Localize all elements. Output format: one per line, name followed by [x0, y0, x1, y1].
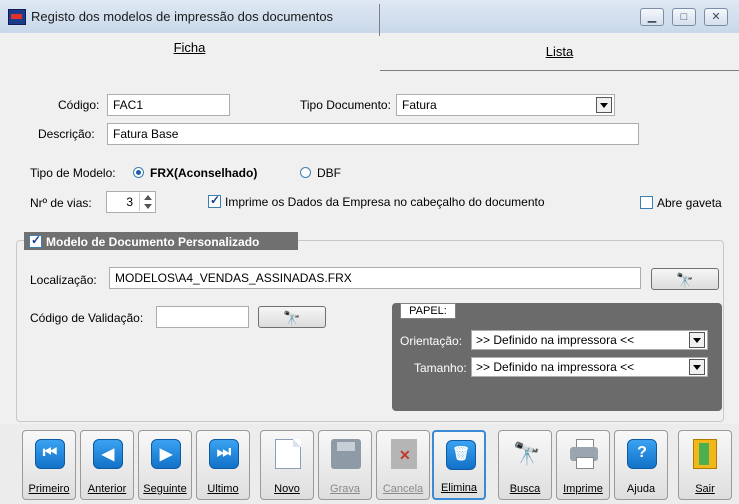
descricao-input[interactable]: Fatura Base	[107, 123, 639, 145]
grava-button[interactable]: Grava	[318, 430, 372, 500]
cancela-label: Cancela	[382, 483, 424, 495]
printer-icon	[569, 439, 599, 469]
modelo-personalizado-label[interactable]: Modelo de Documento Personalizado	[46, 235, 259, 249]
busca-label: Busca	[509, 483, 541, 495]
abre-gaveta-checkbox[interactable]	[640, 196, 653, 209]
tipo-documento-select[interactable]: Fatura	[396, 94, 615, 116]
sair-label: Sair	[695, 483, 715, 495]
primeiro-label: Primeiro	[28, 483, 70, 495]
tipo-documento-label: Tipo Documento:	[300, 98, 391, 112]
new-document-icon	[275, 439, 301, 469]
close-button[interactable]: ✕	[704, 8, 728, 26]
last-icon: ⏭	[209, 439, 239, 469]
spin-up-icon[interactable]	[144, 195, 152, 200]
novo-button[interactable]: Novo	[260, 430, 314, 500]
radio-frx-label[interactable]: FRX(Aconselhado)	[150, 166, 257, 180]
tab-ficha[interactable]: Ficha	[0, 33, 379, 73]
tab-lista-label: Lista	[545, 44, 574, 59]
elimina-button[interactable]: 🗑 Elimina	[432, 430, 486, 500]
radio-frx[interactable]	[133, 167, 144, 178]
tab-underline	[380, 70, 739, 71]
codigo-label: Código:	[58, 98, 100, 112]
validacao-label: Código de Validação:	[30, 311, 144, 325]
previous-icon: ◀	[93, 439, 123, 469]
modelo-personalizado-checkbox[interactable]	[29, 233, 42, 248]
binoculars-icon: 🔭	[513, 441, 541, 466]
elimina-label: Elimina	[440, 482, 478, 494]
window-title: Registo dos modelos de impressão dos doc…	[31, 9, 334, 24]
maximize-button[interactable]: □	[672, 8, 696, 26]
tamanho-select[interactable]: >> Definido na impressora <<	[471, 357, 708, 377]
seguinte-button[interactable]: ▶ Seguinte	[138, 430, 192, 500]
vias-spin-buttons[interactable]	[139, 193, 155, 211]
grava-label: Grava	[330, 483, 360, 495]
codigo-input[interactable]: FAC1	[107, 94, 230, 116]
novo-label: Novo	[274, 483, 300, 495]
validacao-search-button[interactable]: 🔭	[258, 306, 326, 328]
localizacao-label: Localização:	[30, 273, 97, 287]
busca-button[interactable]: 🔭 Busca	[498, 430, 552, 500]
exit-door-icon	[693, 439, 717, 469]
binoculars-icon: 🔭	[283, 310, 301, 326]
localizacao-browse-button[interactable]: 🔭	[651, 268, 719, 290]
abre-gaveta-label[interactable]: Abre gaveta	[657, 196, 722, 210]
radio-dbf-label[interactable]: DBF	[317, 166, 341, 180]
radio-dbf[interactable]	[300, 167, 311, 178]
ultimo-label: Ultimo	[207, 483, 239, 495]
cancela-button[interactable]: ✕ Cancela	[376, 430, 430, 500]
tipo-documento-value: Fatura	[402, 98, 437, 112]
sair-button[interactable]: Sair	[678, 430, 732, 500]
localizacao-input[interactable]: MODELOS\A4_VENDAS_ASSINADAS.FRX	[109, 267, 641, 289]
maximize-icon: □	[680, 11, 688, 23]
chevron-down-icon[interactable]	[689, 332, 705, 348]
binoculars-icon: 🔭	[676, 272, 694, 288]
imprime-label: Imprime	[563, 483, 603, 495]
tipo-modelo-label: Tipo de Modelo:	[30, 166, 116, 180]
chevron-down-icon[interactable]	[596, 97, 612, 113]
chevron-down-icon[interactable]	[689, 359, 705, 375]
seguinte-label: Seguinte	[143, 483, 187, 495]
close-icon: ✕	[711, 11, 721, 23]
orientacao-select[interactable]: >> Definido na impressora <<	[471, 330, 708, 350]
tab-divider	[379, 4, 380, 36]
next-icon: ▶	[151, 439, 181, 469]
ajuda-button[interactable]: ? Ajuda	[614, 430, 668, 500]
ajuda-label: Ajuda	[626, 483, 656, 495]
papel-title: PAPEL:	[400, 303, 456, 319]
imprime-button[interactable]: Imprime	[556, 430, 610, 500]
app-icon	[8, 9, 26, 25]
help-icon: ?	[627, 439, 657, 469]
first-icon: ⏮	[35, 439, 65, 469]
minimize-button[interactable]: ▁	[640, 8, 664, 26]
minimize-icon: ▁	[647, 11, 657, 23]
imprime-dados-checkbox[interactable]	[208, 193, 221, 208]
anterior-label: Anterior	[87, 483, 127, 495]
save-disk-icon	[331, 439, 361, 469]
vias-label: Nrº de vias:	[30, 196, 92, 210]
primeiro-button[interactable]: ⏮ Primeiro	[22, 430, 76, 500]
orientacao-label: Orientação:	[400, 334, 463, 348]
tamanho-value: >> Definido na impressora <<	[476, 360, 635, 374]
vias-value: 3	[126, 195, 133, 209]
tab-lista[interactable]: Lista	[380, 37, 739, 77]
spin-down-icon[interactable]	[144, 204, 152, 209]
orientacao-value: >> Definido na impressora <<	[476, 333, 635, 347]
tab-ficha-label: Ficha	[173, 40, 206, 55]
descricao-label: Descrição:	[38, 127, 95, 141]
validacao-input[interactable]	[156, 306, 249, 328]
trash-icon: 🗑	[446, 440, 476, 470]
tamanho-label: Tamanho:	[414, 361, 467, 375]
imprime-dados-label[interactable]: Imprime os Dados da Empresa no cabeçalho…	[225, 195, 545, 209]
ultimo-button[interactable]: ⏭ Ultimo	[196, 430, 250, 500]
anterior-button[interactable]: ◀ Anterior	[80, 430, 134, 500]
cancel-document-icon: ✕	[391, 439, 417, 469]
